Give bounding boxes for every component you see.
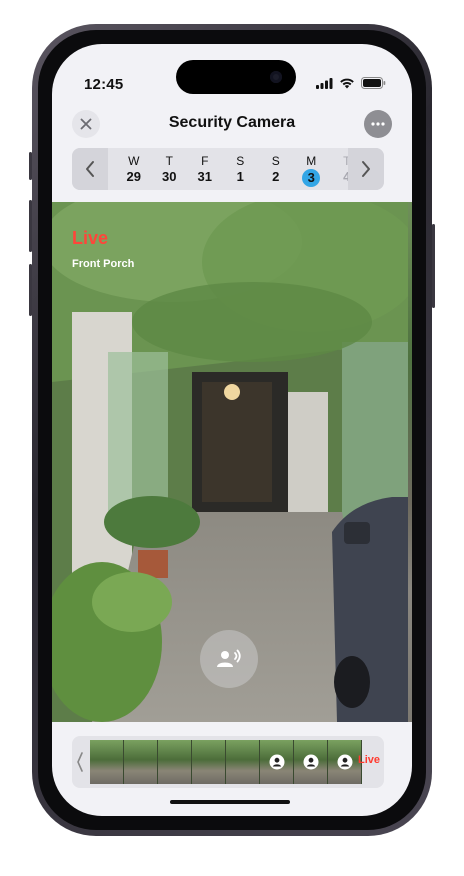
chevron-left-icon [77,752,83,772]
clip-thumbnail[interactable] [90,740,124,784]
chevron-left-icon [86,161,94,177]
person-clip-thumbnail[interactable] [328,740,362,784]
home-indicator[interactable] [170,800,290,804]
person-clip-thumbnail[interactable] [260,740,294,784]
timeline-back-button[interactable] [72,736,88,788]
day-date-value: 3 [302,169,321,187]
dynamic-island [176,60,296,94]
day-item[interactable]: S1 [223,148,259,187]
cellular-signal-icon [316,77,333,89]
person-icon [269,754,284,770]
clip-thumbnail[interactable] [192,740,226,784]
day-list: W 29 T 30 F 31 S 1 S 2 M 3 T 4 [116,148,365,187]
day-item[interactable]: T 30 [152,148,188,187]
day-name: F [201,154,209,168]
clip-thumbnail[interactable] [124,740,158,784]
day-item[interactable]: S2 [258,148,294,187]
status-icons [316,77,386,89]
day-date: 29 [116,169,152,184]
nav-bar: Security Camera [52,106,412,146]
person-clip-thumbnail[interactable] [294,740,328,784]
camera-feed[interactable]: Live Front Porch [52,202,412,722]
clip-timeline[interactable]: Live [72,736,384,788]
day-name: W [128,154,140,168]
day-date: 2 [258,169,294,184]
more-icon [371,122,385,126]
bezel: 12:45 Security Camera W 29 T 30 F 31 S 1… [38,30,426,830]
volume-up-button [29,200,32,252]
person-icon [337,754,352,770]
screen: 12:45 Security Camera W 29 T 30 F 31 S 1… [52,44,412,816]
thumbnail-strip [90,740,362,784]
volume-down-button [29,264,32,316]
day-date: 30 [152,169,188,184]
phone-frame: 12:45 Security Camera W 29 T 30 F 31 S 1… [29,24,435,836]
day-name: M [306,154,317,168]
wifi-icon [340,78,354,89]
day-date-value: 2 [272,169,280,184]
day-date: 1 [223,169,259,184]
day-date: 3 [294,169,330,187]
day-date-value: 30 [162,169,177,184]
day-item[interactable]: F 31 [187,148,223,187]
timeline-live-label[interactable]: Live [358,754,380,766]
day-item[interactable]: W 29 [116,148,152,187]
clip-thumbnail[interactable] [226,740,260,784]
day-item[interactable]: M3 [294,148,330,187]
day-date-value: 31 [197,169,212,184]
front-camera-icon [270,71,282,83]
status-bar: 12:45 [52,44,412,100]
battery-icon [361,77,386,89]
day-name: T [165,154,173,168]
date-picker: W 29 T 30 F 31 S 1 S 2 M 3 T 4 [72,148,384,190]
power-button [432,224,435,308]
action-button [29,152,32,180]
previous-week-button[interactable] [72,148,108,190]
person-icon [303,754,318,770]
status-time: 12:45 [84,76,124,93]
intercom-icon [217,649,241,667]
day-name: S [236,154,245,168]
page-title: Security Camera [168,114,296,131]
day-name: S [271,154,280,168]
next-week-button[interactable] [348,148,384,190]
camera-name: Front Porch [72,258,135,270]
intercom-button[interactable] [200,630,258,688]
day-date: 31 [187,169,223,184]
more-button[interactable] [364,110,392,138]
day-date-value: 29 [126,169,141,184]
day-date-value: 1 [236,169,244,184]
live-label: Live [72,228,109,248]
chevron-right-icon [362,161,370,177]
clip-thumbnail[interactable] [158,740,192,784]
